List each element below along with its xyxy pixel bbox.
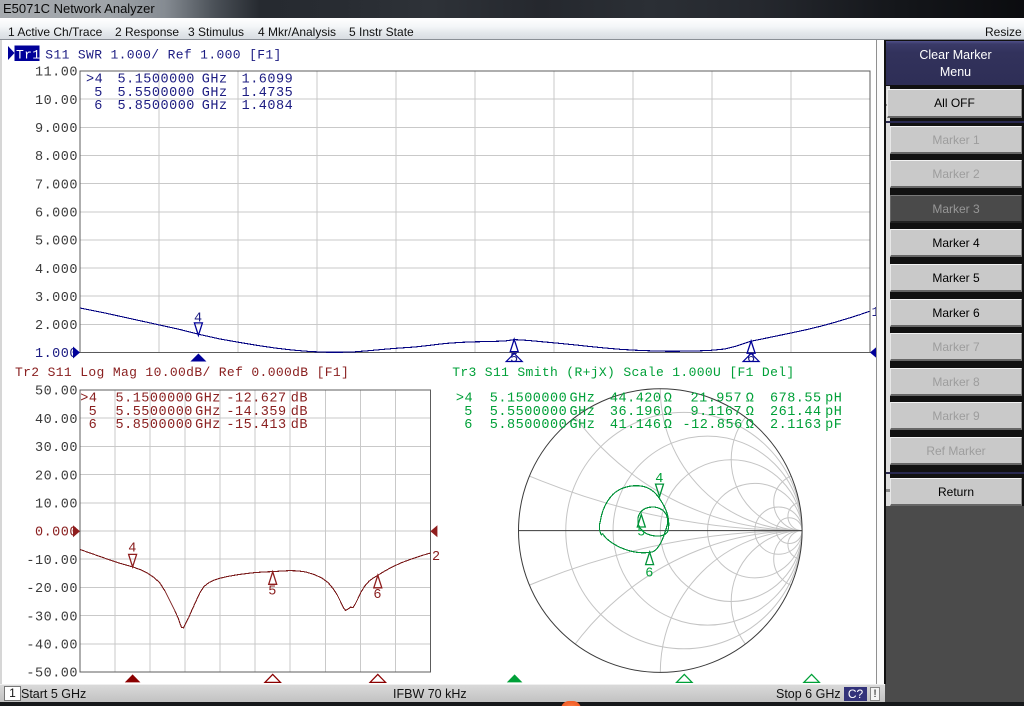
svg-text:5: 5: [637, 526, 646, 541]
svg-text:-20.00: -20.00: [26, 582, 78, 597]
svg-text:-15.413: -15.413: [226, 418, 286, 433]
svg-text:6: 6: [373, 588, 382, 603]
svg-text:6: 6: [94, 99, 103, 114]
svg-text:5.000: 5.000: [35, 235, 78, 250]
svg-text:5.8500000: 5.8500000: [490, 418, 567, 433]
svg-text:Ω: Ω: [746, 418, 755, 433]
svg-text:4: 4: [194, 312, 203, 327]
svg-text:-10.00: -10.00: [26, 554, 78, 569]
svg-text:-50.00: -50.00: [26, 667, 78, 682]
svg-text:20.00: 20.00: [35, 469, 78, 484]
svg-text:GHz: GHz: [195, 418, 221, 433]
svg-text:pF: pF: [825, 418, 842, 433]
svg-text:4: 4: [655, 472, 664, 487]
svg-text:1.000: 1.000: [35, 347, 78, 362]
svg-text:Tr1: Tr1: [16, 48, 40, 63]
svg-text:10.00: 10.00: [35, 498, 78, 513]
svg-text:2.1163: 2.1163: [770, 418, 822, 433]
svg-text:6.000: 6.000: [35, 207, 78, 222]
svg-text:-12.856: -12.856: [683, 418, 743, 433]
svg-text:6: 6: [89, 418, 98, 433]
svg-text:GHz: GHz: [202, 99, 228, 114]
svg-text:5.8500000: 5.8500000: [116, 418, 193, 433]
svg-text:11.00: 11.00: [35, 66, 78, 81]
svg-text:-40.00: -40.00: [26, 639, 78, 654]
svg-text:7.000: 7.000: [35, 178, 78, 193]
svg-text:dB: dB: [291, 418, 308, 433]
svg-text:4.000: 4.000: [35, 263, 78, 278]
svg-text:6: 6: [645, 567, 654, 582]
svg-text:GHz: GHz: [570, 418, 596, 433]
svg-text:5: 5: [268, 585, 277, 600]
svg-text:41.146: 41.146: [610, 418, 662, 433]
svg-text:-30.00: -30.00: [26, 610, 78, 625]
svg-text:4: 4: [128, 542, 137, 557]
svg-text:6: 6: [464, 418, 473, 433]
svg-text:Tr2 S11 Log Mag 10.00dB/ Ref 0: Tr2 S11 Log Mag 10.00dB/ Ref 0.000dB [F1…: [15, 365, 349, 380]
svg-text:2: 2: [432, 550, 441, 565]
svg-text:0.000: 0.000: [35, 526, 78, 541]
svg-text:2.000: 2.000: [35, 319, 78, 334]
svg-text:1.4084: 1.4084: [242, 99, 294, 114]
svg-text:3.000: 3.000: [35, 291, 78, 306]
svg-text:30.00: 30.00: [35, 441, 78, 456]
svg-text:50.00: 50.00: [35, 385, 78, 400]
svg-text:8.000: 8.000: [35, 150, 78, 165]
svg-text:Tr3 S11 Smith (R+jX) Scale 1.0: Tr3 S11 Smith (R+jX) Scale 1.000U [F1 De…: [452, 365, 794, 380]
svg-text:10.00: 10.00: [35, 94, 78, 109]
svg-text:5.8500000: 5.8500000: [118, 99, 195, 114]
svg-text:9.000: 9.000: [35, 122, 78, 137]
svg-text:S11 SWR 1.000/ Ref 1.000 [F1]: S11 SWR 1.000/ Ref 1.000 [F1]: [45, 48, 281, 63]
svg-text:40.00: 40.00: [35, 413, 78, 428]
svg-text:Ω: Ω: [664, 418, 673, 433]
